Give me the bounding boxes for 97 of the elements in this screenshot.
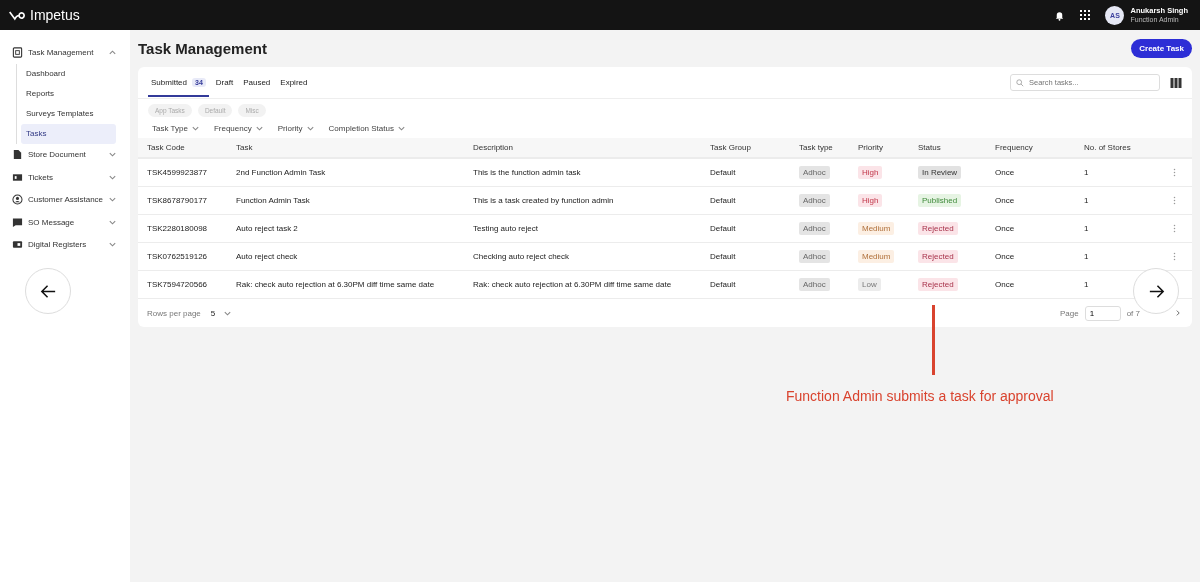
brand-name: Impetus [30,7,80,23]
sidebar-item[interactable]: Task Management [0,41,130,64]
create-task-button[interactable]: Create Task [1131,39,1192,58]
column-header: Task Code [147,143,186,152]
priority-tag: Low [858,278,881,291]
priority-tag: High [858,194,883,207]
table-cell-text: Auto reject task 2 [236,224,299,233]
filter-dropdown[interactable]: Task Type [152,124,200,133]
table-cell-text: TSK8678790177 [147,196,209,205]
filter-dropdown[interactable]: Completion Status [328,124,406,133]
logo-icon [8,9,25,21]
person-icon [12,194,23,206]
table-cell-text: Default [710,168,737,177]
table-cell-text: 1 [1084,168,1090,177]
priority-tag: High [858,166,883,179]
caret-icon [305,124,315,133]
table-cell-text: Checking auto reject check [473,252,571,261]
column-header: Frequency [995,143,1034,152]
table-cell-text: Auto reject check [236,252,299,261]
bell-icon[interactable] [1054,9,1066,21]
column-header: Task Group [710,143,752,152]
sidebar-item[interactable]: Digital Registers [0,233,130,256]
leader-line [932,305,935,375]
table-cell-text: Default [710,280,737,289]
ticket-icon [12,171,23,183]
status-tag: Rejected [918,278,958,291]
next-page-icon[interactable] [1174,309,1182,317]
table-cell-text: This is the function admin task [473,168,582,177]
table-cell-text: TSK2280180098 [147,224,209,233]
column-header: Task [236,143,254,152]
type-tag: Adhoc [799,278,830,291]
column-header: Description [473,143,514,152]
sidebar-item[interactable]: SO Message [0,211,130,234]
table-cell-text: Testing auto reject [473,224,539,233]
table-cell-text: Once [995,280,1016,289]
page-input[interactable]: 1 [1084,305,1121,321]
status-tag: Rejected [918,222,958,235]
type-tag: Adhoc [799,250,830,263]
page-label: Page [1059,308,1079,318]
table-cell-text: Default [710,196,737,205]
document-icon [12,46,23,58]
column-header: Task type [799,143,834,152]
table-cell-text: Rak: check auto rejection at 6.30PM diff time same date [473,280,673,289]
type-tag: Adhoc [799,222,830,235]
column-header: Status [918,143,942,152]
caret-icon [396,124,406,133]
filter-dropdown[interactable]: Frequency [213,124,264,133]
table-cell-text: Rak: check auto rejection at 6.30PM diff time same date [236,280,436,289]
column-header: Priority [858,143,884,152]
caret-icon [254,124,264,133]
table-cell-text: This is a task created by function admin [473,196,615,205]
table-cell-text: Function Admin Task [236,196,311,205]
rows-per-page-label: Rows per page [147,308,201,318]
table-cell-text: TSK0762519126 [147,252,209,261]
type-tag: Adhoc [799,194,830,207]
filter-dropdown[interactable]: Priority [277,124,315,133]
register-icon [12,239,23,251]
table-cell-text: 1 [1084,224,1090,233]
table-cell-text: Default [710,224,737,233]
sidebar-subitem[interactable]: Dashboard [21,63,116,84]
table-cell-text: TSK7594720566 [147,280,209,289]
table-cell-text: Once [995,168,1016,177]
sidebar-item[interactable]: Tickets [0,166,130,189]
status-tag: Published [918,194,962,207]
page-title: Task Management [138,40,267,57]
table-cell-text: Default [710,252,737,261]
annotation-text: Function Admin submits a task for approval [786,388,1054,404]
table-cell-text: 2nd Function Admin Task [236,168,327,177]
status-tag: In Review [918,166,962,179]
table-cell-text: Once [995,224,1016,233]
status-tag: Rejected [918,250,958,263]
table-cell-text: 1 [1084,252,1090,261]
column-header: No. of Stores [1084,143,1132,152]
sidebar-subitem[interactable]: Reports [21,83,116,104]
caret-icon [190,124,200,133]
priority-tag: Medium [858,222,895,235]
page-count: of 7 [1126,308,1140,318]
apps-grid-icon[interactable] [1079,9,1092,21]
table-cell-text: Once [995,252,1016,261]
table-cell-text: 1 [1084,196,1090,205]
tab[interactable]: Expired [277,70,311,97]
sidebar-item[interactable]: Store Document [0,143,130,166]
table-cell-text: 1 [1084,280,1090,289]
type-tag: Adhoc [799,166,830,179]
sidebar-subitem[interactable]: Tasks [21,123,116,144]
columns-icon[interactable] [1170,77,1182,88]
chat-icon [12,216,23,228]
table-cell-text: Once [995,196,1016,205]
priority-tag: Medium [858,250,895,263]
tab[interactable]: Draft [212,70,237,97]
search-icon [1016,78,1024,87]
file-icon [12,149,23,161]
sidebar-item[interactable]: Customer Assistance [0,188,130,211]
table-cell-text: TSK4599923877 [147,168,209,177]
sidebar-subitem[interactable]: Surveys Templates [21,103,116,124]
tab[interactable]: Paused [240,70,274,97]
rows-per-page-value[interactable]: 5 [210,308,216,318]
